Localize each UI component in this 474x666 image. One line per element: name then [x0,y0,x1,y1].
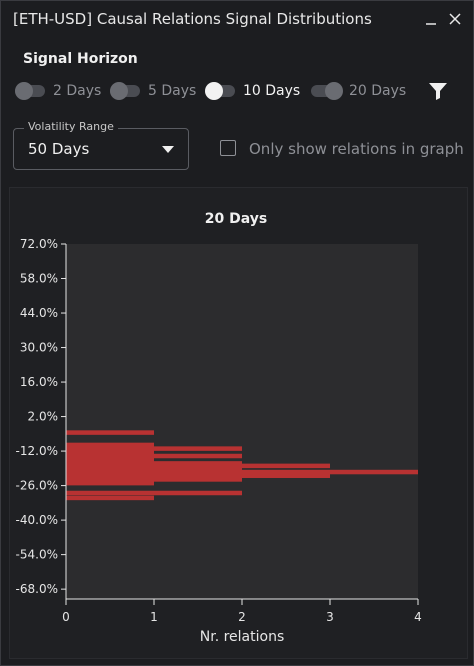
toggle-knob [110,82,128,100]
filter-icon[interactable] [427,81,449,101]
x-tick-label: 3 [326,610,334,624]
toggle-knob [205,82,223,100]
chart-title: 20 Days [205,211,267,227]
histogram-bar [66,430,154,435]
y-tick-label: 16.0% [20,375,58,389]
window-title: [ETH-USD] Causal Relations Signal Distri… [13,10,372,28]
title-bar: [ETH-USD] Causal Relations Signal Distri… [1,1,473,37]
toggle-label: 10 Days [243,83,301,99]
toggle-track [311,82,343,100]
toggle-label: 5 Days [148,83,197,99]
close-icon [449,13,461,25]
minimize-button[interactable] [419,7,443,31]
toggle-knob [15,82,33,100]
y-tick-label: 58.0% [20,272,58,286]
toggle-track [15,82,45,100]
y-tick-label: 30.0% [20,341,58,355]
y-tick-label: 2.0% [28,410,59,424]
toggle-2-days[interactable]: 2 Days [15,80,101,102]
y-tick-label: -26.0% [16,479,58,493]
y-tick-label: 44.0% [20,306,58,320]
minimize-icon [426,23,436,25]
chart-panel: 20 Days 72.0% 58.0% 44.0% 30.0% 16.0% 2.0% -12… [9,187,468,659]
histogram-bar [66,495,154,501]
toggle-label: 2 Days [53,83,102,99]
x-tick-label: 0 [62,610,70,624]
chevron-down-icon [162,146,174,153]
toggle-label: 20 Days [349,83,407,99]
toggle-knob [325,82,343,100]
x-tick-label: 2 [238,610,246,624]
x-tick-label: 4 [414,610,422,624]
close-button[interactable] [443,7,467,31]
y-tick-label: -68.0% [16,582,58,596]
signal-horizon-label: Signal Horizon [23,51,138,67]
y-tick-label: -54.0% [16,548,58,562]
toggle-track [110,82,140,100]
volatility-range-select[interactable]: Volatility Range 50 Days [13,120,189,170]
histogram-bar [66,480,154,486]
toggle-5-days[interactable]: 5 Days [110,80,196,102]
only-show-relations-label: Only show relations in graph [249,140,464,158]
chart-window: [ETH-USD] Causal Relations Signal Distri… [0,0,474,666]
volatility-range-value: 50 Days [28,140,90,158]
toggle-track [205,82,235,100]
x-axis-label: Nr. relations [200,629,285,645]
plot-area [66,244,418,599]
y-tick-label: -40.0% [16,513,58,527]
toggle-20-days[interactable]: 20 Days [311,80,406,102]
y-tick-label: 72.0% [20,237,58,251]
x-tick-label: 1 [150,610,158,624]
toggle-10-days[interactable]: 10 Days [205,80,300,102]
volatility-range-label: Volatility Range [24,120,118,133]
histogram-bar [66,490,242,496]
only-show-relations-checkbox[interactable] [220,140,236,156]
y-tick-label: -12.0% [16,444,58,458]
distribution-chart: 20 Days 72.0% 58.0% 44.0% 30.0% 16.0% 2.0% -12… [16,211,422,645]
